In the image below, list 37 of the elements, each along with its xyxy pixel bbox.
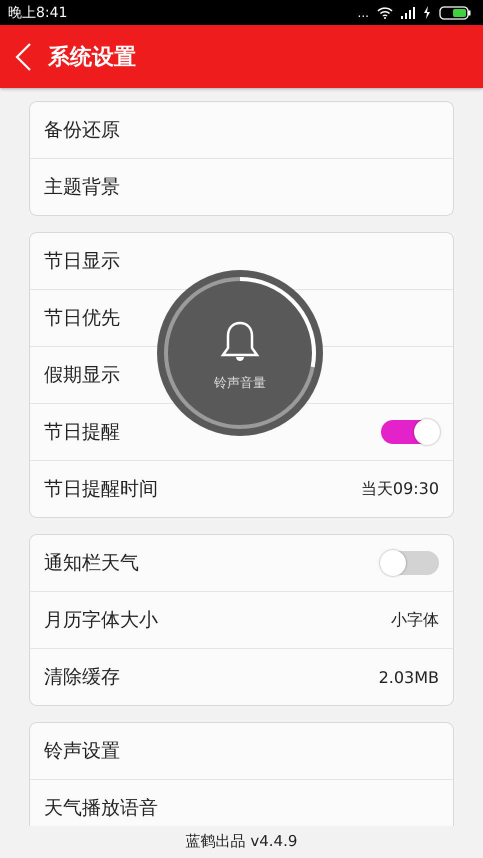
settings-row[interactable]: 节日显示 <box>30 233 453 289</box>
settings-row[interactable]: 铃声设置 <box>30 723 453 779</box>
settings-row[interactable]: 节日提醒时间 当天09:30 <box>30 460 453 517</box>
status-time: 晚上8:41 <box>8 4 68 22</box>
setting-label: 备份还原 <box>44 118 120 143</box>
setting-label: 铃声设置 <box>44 739 120 764</box>
setting-label: 清除缓存 <box>44 665 120 690</box>
bell-icon <box>220 320 260 364</box>
back-icon[interactable] <box>14 42 32 72</box>
version-text: 蓝鹤出品 v4.4.9 <box>184 831 298 852</box>
settings-row[interactable]: 清除缓存 2.03MB <box>30 648 453 705</box>
setting-label: 节日优先 <box>44 306 120 331</box>
volume-label: 铃声音量 <box>214 375 266 392</box>
signal-icon <box>401 6 415 18</box>
setting-label: 通知栏天气 <box>44 551 139 576</box>
setting-label: 节日显示 <box>44 249 120 274</box>
toggle-switch[interactable] <box>381 551 439 575</box>
setting-label: 假期显示 <box>44 363 120 388</box>
settings-row[interactable]: 通知栏天气 <box>30 535 453 591</box>
setting-label: 天气播放语音 <box>44 796 158 821</box>
setting-label: 节日提醒时间 <box>44 477 158 502</box>
setting-value: 小字体 <box>391 610 439 630</box>
setting-label: 节日提醒 <box>44 420 120 445</box>
setting-label: 主题背景 <box>44 175 120 200</box>
charging-icon <box>423 6 431 19</box>
setting-value: 当天09:30 <box>360 478 439 500</box>
battery-icon <box>439 6 471 20</box>
settings-row[interactable]: 备份还原 <box>30 102 453 158</box>
toggle-switch[interactable] <box>381 420 439 444</box>
settings-row[interactable]: 天气播放语音 <box>30 779 453 826</box>
settings-row[interactable]: 月历字体大小 小字体 <box>30 591 453 648</box>
setting-label: 月历字体大小 <box>44 608 158 633</box>
screen-title: 系统设置 <box>48 44 136 72</box>
setting-value: 2.03MB <box>378 668 439 686</box>
wifi-icon <box>377 6 393 19</box>
settings-row[interactable]: 主题背景 <box>30 158 453 215</box>
more-notifications: ... <box>358 6 369 18</box>
